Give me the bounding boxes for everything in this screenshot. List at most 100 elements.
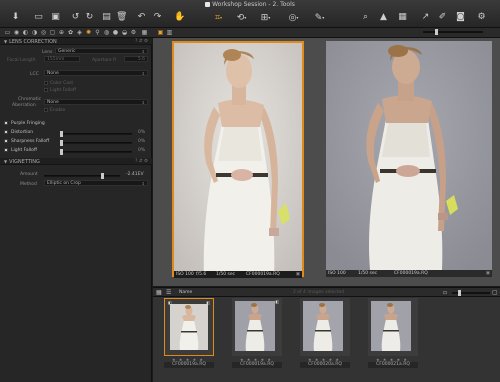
metadata-tab-icon[interactable]: ✿ [67,29,74,36]
section-title: LENS CORRECTION [9,39,57,45]
section-title: VIGNETTING [9,159,40,165]
magnifier-icon[interactable]: ⌕ [360,12,371,23]
model-thumbnail [313,303,333,351]
grid-view-icon[interactable]: ▦ [141,29,148,36]
exposure-tab-icon[interactable]: ◑ [31,29,38,36]
distortion-checkbox[interactable] [4,130,8,134]
thumbnail-cell[interactable] [368,298,418,356]
browser-toolbar: ▦ ☰ Name 2 of 4 images selected ▫ ▢ [153,287,500,297]
purple-fringing-checkbox[interactable] [4,121,8,125]
thumbnail-cell[interactable]: ◧ [232,298,282,356]
chromatic-value: None [47,100,59,105]
spot-icon[interactable]: ◎▾ [288,12,299,23]
quick-tab-icon[interactable]: ◒ [121,29,128,36]
chevron-down-icon: ⇕ [141,181,145,186]
sharpness-falloff-slider[interactable] [60,140,132,146]
rotate-icon[interactable]: ⟲▾ [236,12,247,23]
lens-tab-icon[interactable]: ◎ [40,29,47,36]
thumbnail-cell[interactable] [300,298,350,356]
folder-tab-icon[interactable]: ▭ [4,29,11,36]
distortion-slider[interactable] [60,131,132,137]
camera-icon[interactable]: ▭ [33,12,44,23]
pen-icon[interactable]: ✐ [437,12,448,23]
crop-icon[interactable]: ⌗▾ [213,12,224,23]
focal-length-field[interactable]: 155mm [44,56,80,62]
aberration-label: Aberration [12,103,36,108]
import-icon[interactable]: ⬇ [10,12,21,23]
rotate-right-icon[interactable]: ↻ [84,12,95,23]
thumbnail-filename: CF000019a.RQ [164,362,214,368]
filename-caption: CF000019a.RQ [246,272,280,277]
sharpness-falloff-checkbox[interactable] [4,139,8,143]
details-tab-icon[interactable]: ⊕ [58,29,65,36]
grid-icon[interactable]: ▦ [397,12,408,23]
batch-tab-icon[interactable]: ◍ [103,29,110,36]
chevron-down-icon: ⇕ [141,71,145,76]
vignetting-header[interactable]: ▼ VIGNETTING ? ⇵ ⚙ [0,158,152,165]
light-falloff-value: 0% [138,148,146,153]
lens-correction-header[interactable]: ▼ LENS CORRECTION ? ⇵ ⚙ [0,38,152,45]
thumbnail-image [371,301,411,351]
sort-by-select[interactable]: Name [179,290,192,295]
browser-grid-icon[interactable]: ▦ [156,289,162,296]
viewer-image-secondary[interactable] [326,41,492,270]
zoom-slider-thumb[interactable] [435,29,438,35]
amount-slider-thumb[interactable] [101,173,104,179]
iso-value: ISO 100 [328,271,346,276]
cursor-icon[interactable]: ↗ [420,12,431,23]
single-view-icon[interactable]: ▣ [157,29,164,36]
method-select[interactable]: Elliptic on Crop ⇕ [44,180,148,186]
info-icon[interactable]: ▣ [486,270,490,277]
thumbnail-image [235,301,275,351]
lens-label: Lens [42,50,53,55]
hand-icon[interactable]: ✋ [174,12,185,23]
copy-icon[interactable]: ▤ [101,12,112,23]
viewer-image-primary[interactable] [172,41,304,277]
app-logo-icon [205,2,211,7]
section-options-icon[interactable]: ? ⇵ ⚙ [135,158,148,165]
adjustments-tab-icon[interactable]: ✺ [85,29,92,36]
enable-checkbox[interactable] [44,108,48,112]
output-tab-icon[interactable]: ◈ [76,29,83,36]
aperture-field[interactable]: 5.6 [124,56,148,62]
gear-icon[interactable]: ⚙ [476,12,487,23]
eyedropper-icon[interactable]: ✎▾ [314,12,325,23]
rotate-left-icon[interactable]: ↺ [70,12,81,23]
zoom-slider[interactable] [423,29,483,35]
light-falloff-slider-thumb[interactable] [60,149,63,155]
composition-tab-icon[interactable]: ▢ [49,29,56,36]
color-cast-checkbox[interactable] [44,81,48,85]
amount-value: -2.41EV [126,172,144,177]
capture-tab-icon[interactable]: ◉ [13,29,20,36]
info-icon[interactable]: ▣ [296,271,300,278]
focal-length-label: Focal Length [7,58,36,63]
warning-icon[interactable]: ▲ [378,12,389,23]
thumbnail-size-thumb[interactable] [458,290,461,296]
browser-list-icon[interactable]: ☰ [166,289,171,296]
color-tab-icon[interactable]: ◐ [22,29,29,36]
section-options-icon[interactable]: ? ⇵ ⚙ [135,38,148,45]
window-title: Workshop Session - 2. Tools [0,1,500,8]
light-falloff-label: Light Falloff [11,148,37,153]
trash-icon[interactable]: 🗑 [116,12,127,23]
local-tab-icon[interactable]: ⚲ [94,29,101,36]
thumbnail-cell[interactable]: ◧ ◧ [164,298,214,356]
sharpness-falloff-slider-thumb[interactable] [60,140,63,146]
lens-select[interactable]: Generic ⇕ [55,48,148,54]
camera-capture-icon[interactable]: ◙ [455,12,466,23]
thumbnail-size-slider[interactable] [452,290,490,296]
keystone-icon[interactable]: ⊞▾ [260,12,271,23]
redo-icon[interactable]: ↷ [152,12,163,23]
folder-icon[interactable]: ▣ [50,12,61,23]
lcc-select[interactable]: None ⇕ [44,70,148,76]
distortion-slider-thumb[interactable] [60,131,63,137]
chromatic-aberration-select[interactable]: None ⇕ [44,99,148,105]
amount-slider[interactable] [44,173,120,179]
multi-view-icon[interactable]: ▥ [166,29,173,36]
light-falloff-checkbox[interactable] [4,148,8,152]
settings-tab-icon[interactable]: ⚙ [130,29,137,36]
light-falloff-sub-checkbox[interactable] [44,88,48,92]
process-tab-icon[interactable]: ● [112,29,119,36]
light-falloff-slider[interactable] [60,149,132,155]
undo-icon[interactable]: ↶ [136,12,147,23]
